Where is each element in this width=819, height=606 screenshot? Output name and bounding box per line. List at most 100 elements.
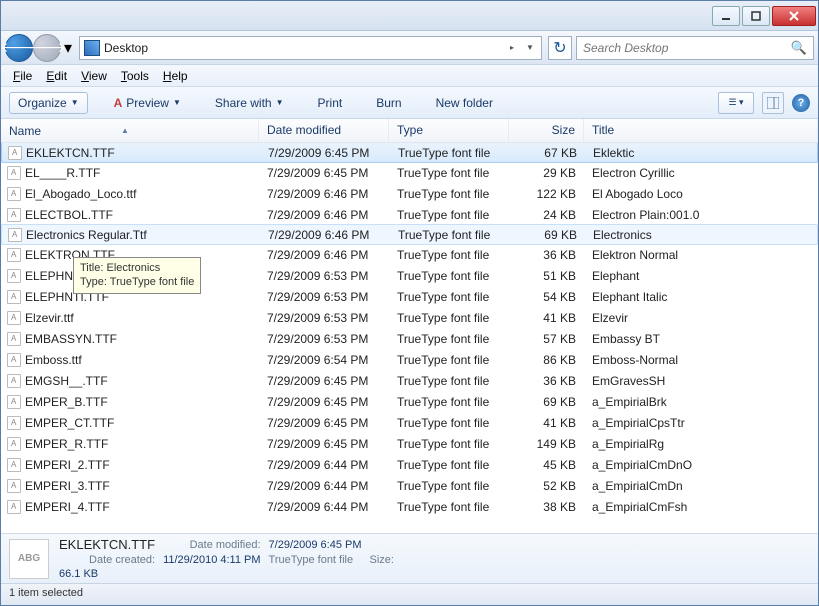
view-mode-button[interactable]: ☰ ▾ [718,92,754,114]
file-type: TrueType font file [389,208,509,222]
file-row[interactable]: EMPERI_4.TTF7/29/2009 6:44 PMTrueType fo… [1,496,818,517]
font-file-icon [7,479,21,493]
file-size: 36 KB [509,248,584,262]
font-icon: A [114,96,123,110]
file-row[interactable]: EL____R.TTF7/29/2009 6:45 PMTrueType fon… [1,162,818,183]
address-bar[interactable]: Desktop ▸ ▼ [79,36,542,60]
breadcrumb-chevron-icon[interactable]: ▸ [505,43,519,52]
file-type: TrueType font file [390,228,510,242]
file-type: TrueType font file [389,166,509,180]
address-dropdown-icon[interactable]: ▼ [523,43,537,52]
file-row[interactable]: EMGSH__.TTF7/29/2009 6:45 PMTrueType fon… [1,370,818,391]
file-name: EMPERI_3.TTF [25,479,110,493]
sort-indicator-icon: ▲ [121,126,129,135]
header-size[interactable]: Size [509,119,584,142]
file-title: a_EmpirialCmDnO [584,458,818,472]
menu-bar: File Edit View Tools Help [1,65,818,87]
file-row[interactable]: Elzevir.ttf7/29/2009 6:53 PMTrueType fon… [1,307,818,328]
file-title: El Abogado Loco [584,187,818,201]
details-filename: EKLEKTCN.TTF [59,537,155,552]
font-file-icon [7,458,21,472]
file-row[interactable]: EMPER_R.TTF7/29/2009 6:45 PMTrueType fon… [1,433,818,454]
details-created-label: Date created: [59,554,155,566]
menu-help[interactable]: Help [157,67,194,85]
search-box[interactable]: 🔍 [576,36,814,60]
explorer-window: 🡐 🡒 ▾ Desktop ▸ ▼ ↻ 🔍 File Edit View Too… [0,0,819,606]
minimize-button[interactable] [712,6,740,26]
header-date[interactable]: Date modified [259,119,389,142]
menu-edit[interactable]: Edit [40,67,73,85]
header-type[interactable]: Type [389,119,509,142]
forward-button[interactable]: 🡒 [33,34,61,62]
maximize-button[interactable] [742,6,770,26]
file-type: TrueType font file [390,146,510,160]
font-file-icon [7,269,21,283]
file-name: Elzevir.ttf [25,311,74,325]
file-size: 67 KB [510,146,585,160]
nav-bar: 🡐 🡒 ▾ Desktop ▸ ▼ ↻ 🔍 [1,31,818,65]
file-size: 41 KB [509,416,584,430]
organize-button[interactable]: Organize▼ [9,92,88,114]
file-row[interactable]: EMPER_CT.TTF7/29/2009 6:45 PMTrueType fo… [1,412,818,433]
file-date: 7/29/2009 6:45 PM [259,395,389,409]
file-name: EMPERI_2.TTF [25,458,110,472]
file-row[interactable]: EMPERI_2.TTF 7/29/2009 6:44 PMTrueType fo… [1,454,818,475]
menu-file[interactable]: File [7,67,38,85]
file-type: TrueType font file [389,416,509,430]
file-name: EMPER_CT.TTF [25,416,114,430]
file-title: Electron Cyrillic [584,166,818,180]
header-title[interactable]: Title [584,119,818,142]
file-title: a_EmpirialRg [584,437,818,451]
help-button[interactable]: ? [792,94,810,112]
file-type: TrueType font file [389,269,509,283]
file-date: 7/29/2009 6:46 PM [259,187,389,201]
menu-tools[interactable]: Tools [115,67,155,85]
file-date: 7/29/2009 6:46 PM [259,248,389,262]
file-row[interactable]: EMPER_B.TTF7/29/2009 6:45 PMTrueType fon… [1,391,818,412]
details-size-label: Size: [370,554,394,566]
details-size-value: 66.1 KB [59,568,155,580]
file-row[interactable]: EMPERI_3.TTF7/29/2009 6:44 PMTrueType fo… [1,475,818,496]
nav-history-dropdown[interactable]: ▾ [61,36,75,60]
new-folder-button[interactable]: New folder [428,93,501,113]
file-type: TrueType font file [389,458,509,472]
file-name: EKLEKTCN.TTF [26,146,115,160]
file-row[interactable]: ELECTBOL.TTF7/29/2009 6:46 PMTrueType fo… [1,204,818,225]
file-type: TrueType font file [389,187,509,201]
search-input[interactable] [583,41,791,55]
file-row[interactable]: Emboss.ttf7/29/2009 6:54 PMTrueType font… [1,349,818,370]
preview-button[interactable]: APreview▼ [106,93,189,113]
file-type: TrueType font file [389,479,509,493]
preview-pane-button[interactable] [762,92,784,114]
font-file-icon [7,353,21,367]
file-type: TrueType font file [389,437,509,451]
file-date: 7/29/2009 6:45 PM [260,146,390,160]
file-size: 69 KB [509,395,584,409]
tooltip-line1: Title: Electronics [80,261,194,275]
file-title: Elephant Italic [584,290,818,304]
burn-button[interactable]: Burn [368,93,409,113]
file-title: Electron Plain:001.0 [584,208,818,222]
details-created-value: 11/29/2010 4:11 PM [163,554,260,566]
file-row[interactable]: El_Abogado_Loco.ttf7/29/2009 6:46 PMTrue… [1,183,818,204]
file-title: Elephant [584,269,818,283]
file-type: TrueType font file [389,311,509,325]
file-row[interactable]: EMBASSYN.TTF7/29/2009 6:53 PMTrueType fo… [1,328,818,349]
file-preview-icon: ABG [9,539,49,579]
file-name: EMGSH__.TTF [25,374,108,388]
file-row[interactable]: Electronics Regular.Ttf7/29/2009 6:46 PM… [1,224,818,245]
file-type: TrueType font file [389,500,509,514]
close-button[interactable] [772,6,816,26]
header-name[interactable]: Name▲ [1,119,259,142]
share-button[interactable]: Share with▼ [207,93,292,113]
menu-view[interactable]: View [75,67,113,85]
refresh-button[interactable]: ↻ [548,36,572,60]
search-icon[interactable]: 🔍 [791,40,807,56]
file-list[interactable]: Name▲ Date modified Type Size Title EKLE… [1,119,818,533]
file-row[interactable]: EKLEKTCN.TTF 7/29/2009 6:45 PMTrueType fo… [1,142,818,163]
file-type: TrueType font file [389,374,509,388]
file-title: Eklektic [585,146,817,160]
file-name: EMPER_B.TTF [25,395,108,409]
file-date: 7/29/2009 6:44 PM [259,458,389,472]
print-button[interactable]: Print [310,93,351,113]
